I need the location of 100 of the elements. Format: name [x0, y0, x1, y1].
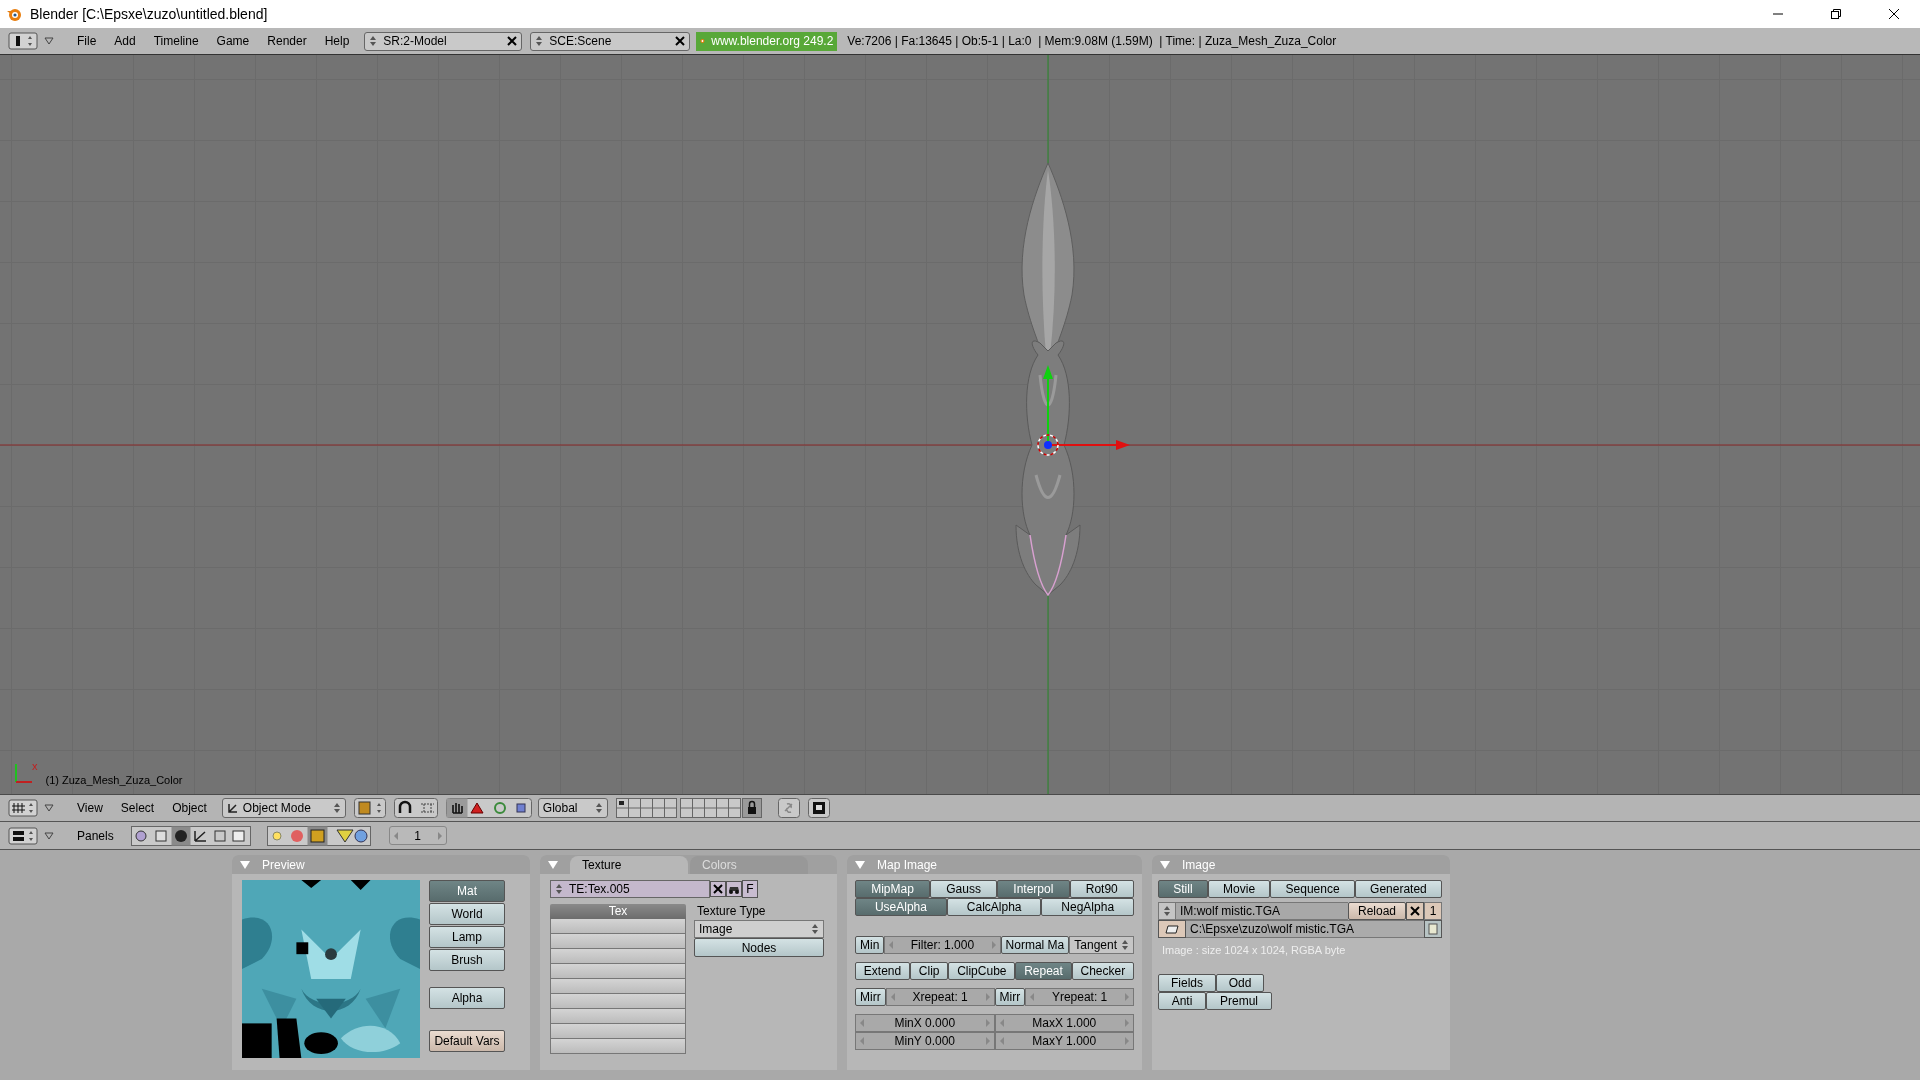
- number-field[interactable]: MinX 0.000: [855, 1014, 995, 1032]
- panel-tab[interactable]: Texture: [570, 856, 688, 874]
- toggle-button[interactable]: MipMap: [855, 880, 931, 898]
- texture-name-field[interactable]: TE:Tex.005: [550, 880, 710, 898]
- reload-button[interactable]: Reload: [1348, 902, 1406, 920]
- toggle-button[interactable]: Normal Ma: [1000, 936, 1070, 954]
- pack-icon[interactable]: [1424, 920, 1442, 938]
- preview-type-button[interactable]: Brush: [429, 949, 505, 971]
- toggle-button[interactable]: Min: [855, 936, 885, 954]
- menu-item[interactable]: Select: [111, 801, 164, 815]
- link-icon[interactable]: [777, 798, 800, 818]
- collapse-caret-icon[interactable]: [44, 831, 54, 840]
- toggle-button[interactable]: ClipCube: [948, 962, 1016, 980]
- pivot-menu-icon[interactable]: [353, 798, 386, 818]
- buttons-editor-icon[interactable]: [8, 826, 38, 845]
- toggle-button[interactable]: Rot90: [1069, 880, 1134, 898]
- texture-slot[interactable]: [550, 964, 686, 979]
- nodes-button[interactable]: Nodes: [694, 938, 824, 957]
- toggle-button[interactable]: Extend: [855, 962, 910, 980]
- toggle-button[interactable]: UseAlpha: [855, 898, 947, 916]
- toggle-button[interactable]: Odd: [1216, 974, 1264, 992]
- texture-slot[interactable]: [550, 919, 686, 934]
- toggle-button[interactable]: Interpol: [997, 880, 1070, 898]
- lock-icon[interactable]: [741, 798, 762, 818]
- preview-type-button[interactable]: Lamp: [429, 926, 505, 948]
- texture-slot[interactable]: [550, 934, 686, 949]
- toggle-button[interactable]: Gauss: [930, 880, 998, 898]
- toggle-button[interactable]: Mirr: [994, 988, 1026, 1006]
- orientation-dropdown[interactable]: Global: [537, 798, 608, 818]
- alpha-toggle[interactable]: Alpha: [429, 987, 505, 1009]
- toggle-button[interactable]: Mirr: [855, 988, 886, 1006]
- info-editor-icon[interactable]: [8, 32, 38, 50]
- manipulator-icons[interactable]: [445, 798, 532, 818]
- menu-item[interactable]: File: [68, 34, 106, 48]
- context-icons[interactable]: [130, 825, 251, 846]
- default-vars-button[interactable]: Default Vars: [429, 1030, 505, 1052]
- 3d-view-editor-icon[interactable]: [8, 799, 38, 817]
- toggle-button[interactable]: Fields: [1158, 974, 1216, 992]
- close-icon[interactable]: [1888, 8, 1900, 20]
- screen-selector[interactable]: SR:2-Model: [364, 31, 523, 51]
- render-icon[interactable]: [807, 798, 830, 818]
- preview-type-button[interactable]: World: [429, 903, 505, 925]
- fake-user-button[interactable]: F: [742, 880, 758, 898]
- collapse-caret-icon[interactable]: [44, 37, 54, 45]
- image-path-field[interactable]: C:\Epsxe\zuzo\wolf mistic.TGA: [1186, 920, 1424, 938]
- image-source-button[interactable]: Sequence: [1270, 880, 1355, 898]
- image-source-button[interactable]: Movie: [1207, 880, 1271, 898]
- menu-item[interactable]: Object: [163, 801, 216, 815]
- toggle-button[interactable]: Checker: [1071, 962, 1134, 980]
- frame-counter[interactable]: 1: [388, 826, 447, 845]
- image-name-field[interactable]: IM:wolf mistic.TGA: [1176, 902, 1348, 920]
- browse-icon[interactable]: [1158, 902, 1176, 920]
- number-field[interactable]: Filter: 1.000: [884, 936, 1001, 954]
- toggle-button[interactable]: CalcAlpha: [946, 898, 1042, 916]
- menu-item[interactable]: Timeline: [144, 34, 208, 48]
- image-source-button[interactable]: Generated: [1354, 880, 1442, 898]
- number-field[interactable]: MaxY 1.000: [994, 1032, 1134, 1050]
- snap-icons[interactable]: [393, 798, 438, 818]
- texture-slot[interactable]: [550, 979, 686, 994]
- menu-item[interactable]: Render: [258, 34, 316, 48]
- texture-slot[interactable]: [550, 1024, 686, 1039]
- shading-icons[interactable]: [266, 825, 371, 846]
- restore-icon[interactable]: [1830, 8, 1842, 20]
- menu-item[interactable]: View: [68, 801, 112, 815]
- scene-stats: Ve:7206 | Fa:13645 | Ob:5-1 | La:0 | Mem:9.08M (1.59M) | Time: | Zuza_Mesh_Zuza_Color: [847, 34, 1337, 48]
- collapse-triangle-icon[interactable]: [548, 860, 558, 869]
- number-field[interactable]: MaxX 1.000: [994, 1014, 1134, 1032]
- texture-slot[interactable]: [550, 1009, 686, 1024]
- collapse-triangle-icon[interactable]: [240, 860, 250, 869]
- close-icon[interactable]: [507, 36, 518, 46]
- texture-type-label: Texture Type: [697, 904, 767, 918]
- menu-item[interactable]: Add: [105, 34, 145, 48]
- car-icon[interactable]: [726, 881, 742, 897]
- scene-selector[interactable]: SCE:Scene: [530, 31, 691, 51]
- toggle-button[interactable]: Clip: [910, 962, 949, 980]
- toggle-button[interactable]: NegAlpha: [1041, 898, 1134, 916]
- collapse-triangle-icon[interactable]: [855, 860, 865, 869]
- texture-slot[interactable]: [550, 994, 686, 1009]
- number-field[interactable]: Xrepeat: 1: [885, 988, 995, 1006]
- collapse-caret-icon[interactable]: [44, 804, 54, 812]
- image-source-button[interactable]: Still: [1158, 880, 1208, 898]
- menu-item[interactable]: Help: [315, 34, 359, 48]
- dropdown[interactable]: Tangent: [1069, 936, 1134, 954]
- unlink-icon[interactable]: [710, 881, 726, 897]
- mode-dropdown[interactable]: Object Mode: [221, 798, 346, 818]
- menu-item[interactable]: Game: [207, 34, 259, 48]
- toggle-button[interactable]: Repeat: [1015, 962, 1072, 980]
- toggle-button[interactable]: Premul: [1206, 992, 1272, 1010]
- unlink-icon[interactable]: [1406, 902, 1424, 920]
- collapse-triangle-icon[interactable]: [1160, 860, 1170, 869]
- preview-type-button[interactable]: Mat: [429, 880, 505, 902]
- number-field[interactable]: Yrepeat: 1: [1025, 988, 1134, 1006]
- number-field[interactable]: MinY 0.000: [855, 1032, 995, 1050]
- texture-slot[interactable]: [550, 949, 686, 964]
- toggle-button[interactable]: Anti: [1158, 992, 1206, 1010]
- folder-icon[interactable]: [1158, 920, 1186, 938]
- texture-type-dropdown[interactable]: Image: [694, 920, 824, 938]
- layer-buttons[interactable]: [615, 798, 742, 818]
- close-icon[interactable]: [675, 36, 686, 46]
- texture-slot[interactable]: [550, 1039, 686, 1054]
